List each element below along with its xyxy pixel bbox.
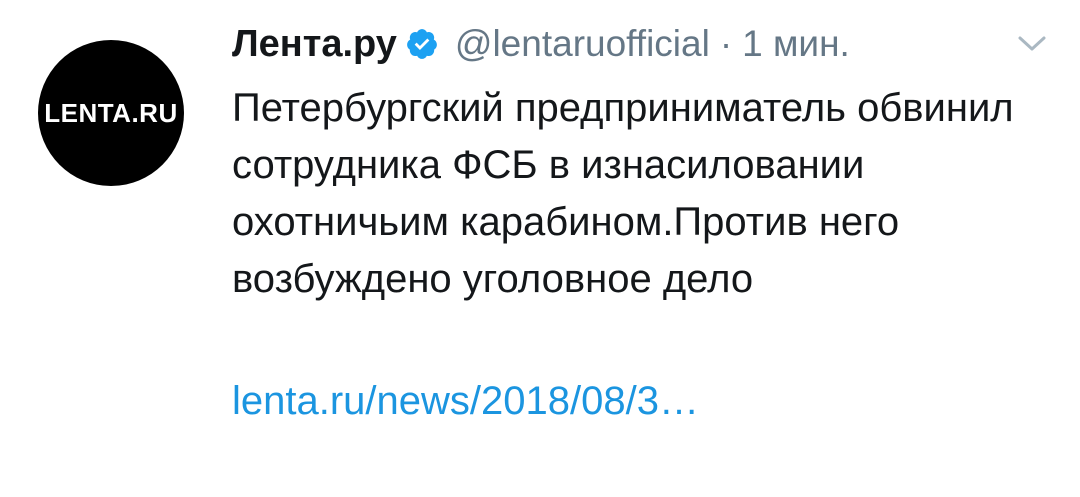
tweet-content: Лента.ру @lentaruofficial · 1 мин. Петер… [232,18,1052,426]
tweet-link[interactable]: lenta.ru/news/2018/08/3… [232,376,1052,426]
tweet-timestamp[interactable]: 1 мин. [742,23,850,65]
chevron-down-icon[interactable] [1014,26,1050,62]
author-handle[interactable]: @lentaruofficial [455,23,710,65]
header-separator: · [719,23,733,64]
verified-badge-icon [405,27,439,61]
tweet: LENTA.RU Лента.ру @lentaruofficial · 1 м… [0,0,1080,497]
author-display-name[interactable]: Лента.ру [232,23,397,66]
author-avatar[interactable]: LENTA.RU [38,40,184,186]
tweet-text: Петербургский предприниматель обвинил со… [232,86,1014,301]
avatar-logo: LENTA.RU [44,97,178,128]
tweet-header: Лента.ру @lentaruofficial · 1 мин. [232,18,1052,70]
